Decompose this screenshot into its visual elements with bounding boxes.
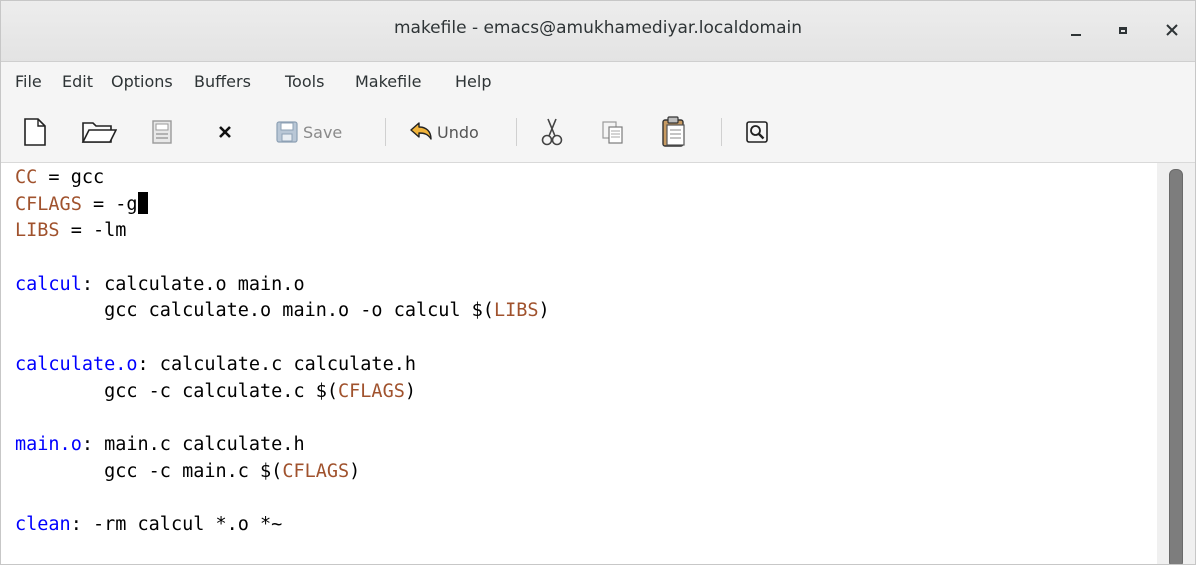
editor-buffer[interactable]: CC = gcc CFLAGS = -g LIBS = -lm calcul: ca… bbox=[1, 163, 1157, 564]
make-variable: LIBS bbox=[15, 220, 60, 242]
menu-edit[interactable]: Edit bbox=[62, 72, 93, 91]
make-variable: CC bbox=[15, 167, 38, 188]
close-icon bbox=[1166, 24, 1178, 36]
code-text: = -lm bbox=[59, 220, 127, 242]
make-variable: CFLAGS bbox=[338, 380, 405, 402]
close-buffer-button[interactable] bbox=[217, 116, 233, 148]
open-file-button[interactable] bbox=[81, 116, 117, 148]
menu-makefile[interactable]: Makefile bbox=[355, 72, 422, 91]
code-text: gcc calculate.o main.o -o calcul $( bbox=[15, 300, 494, 322]
save-button[interactable]: Save bbox=[275, 116, 342, 148]
new-file-button[interactable] bbox=[23, 116, 47, 148]
open-folder-icon bbox=[81, 122, 117, 143]
scissors-icon bbox=[541, 118, 563, 146]
toolbar-separator bbox=[516, 118, 517, 146]
vertical-scrollbar[interactable] bbox=[1157, 163, 1195, 564]
code-line: clean: -rm calcul *.o *~ bbox=[15, 512, 550, 539]
close-window-button[interactable] bbox=[1157, 15, 1187, 45]
copy-button[interactable] bbox=[601, 116, 625, 148]
make-variable: CFLAGS bbox=[282, 460, 350, 482]
cut-button[interactable] bbox=[541, 116, 563, 148]
window-title: makefile - emacs@amukhamediyar.localdoma… bbox=[393, 18, 803, 38]
menu-help[interactable]: Help bbox=[455, 72, 491, 91]
code-line: gcc calculate.o main.o -o calcul $(LIBS) bbox=[15, 298, 550, 325]
toolbar-separator bbox=[721, 118, 722, 146]
undo-arrow-icon bbox=[410, 122, 432, 140]
maximize-button[interactable] bbox=[1108, 15, 1138, 45]
maximize-icon bbox=[1119, 26, 1127, 34]
code-text: gcc -c main.c $( bbox=[15, 460, 283, 482]
make-variable: CFLAGS bbox=[15, 193, 82, 215]
tool-bar: Save Undo bbox=[1, 100, 1195, 163]
code-text: : -rm calcul *.o *~ bbox=[70, 513, 283, 535]
search-button[interactable] bbox=[745, 116, 769, 148]
code-text: = -g bbox=[81, 193, 138, 215]
code-line: main.o: main.c calculate.h bbox=[15, 432, 550, 459]
undo-label: Undo bbox=[437, 122, 479, 142]
emacs-window: makefile - emacs@amukhamediyar.localdoma… bbox=[0, 0, 1196, 565]
code-line: CC = gcc bbox=[15, 165, 550, 192]
make-target: calcul bbox=[15, 273, 82, 295]
floppy-icon bbox=[276, 121, 298, 143]
code-text: ) bbox=[404, 380, 416, 402]
new-file-icon bbox=[24, 118, 46, 146]
code-line: calcul: calculate.o main.o bbox=[15, 272, 550, 299]
scroll-thumb[interactable] bbox=[1169, 169, 1183, 564]
buffer-text[interactable]: CC = gcc CFLAGS = -g LIBS = -lm calcul: ca… bbox=[15, 165, 550, 539]
code-text: gcc -c calculate.c $( bbox=[15, 380, 339, 402]
search-icon bbox=[746, 121, 768, 143]
make-target: main.o bbox=[15, 433, 82, 455]
menu-bar: File Edit Options Buffers Tools Makefile… bbox=[1, 62, 1195, 100]
menu-file[interactable]: File bbox=[15, 72, 42, 91]
code-text: = gcc bbox=[37, 167, 105, 188]
minimize-button[interactable] bbox=[1061, 15, 1091, 45]
save-disk-icon bbox=[152, 120, 172, 144]
code-line: calculate.o: calculate.c calculate.h bbox=[15, 352, 550, 379]
make-variable: LIBS bbox=[493, 300, 539, 322]
code-line: gcc -c main.c $(CFLAGS) bbox=[15, 459, 550, 486]
copy-icon bbox=[602, 121, 623, 144]
code-text: ) bbox=[349, 460, 361, 482]
code-text: : main.c calculate.h bbox=[81, 433, 305, 455]
title-bar[interactable]: makefile - emacs@amukhamediyar.localdoma… bbox=[1, 1, 1195, 62]
save-label: Save bbox=[303, 122, 343, 142]
code-line: gcc -c calculate.c $(CFLAGS) bbox=[15, 379, 550, 406]
menu-options[interactable]: Options bbox=[111, 72, 173, 91]
text-cursor bbox=[137, 191, 148, 214]
make-target: calculate.o bbox=[15, 353, 138, 375]
menu-buffers[interactable]: Buffers bbox=[194, 72, 251, 91]
close-buffer-icon bbox=[219, 126, 231, 138]
make-target: clean bbox=[15, 513, 71, 535]
code-line: CFLAGS = -g bbox=[15, 191, 550, 219]
code-line: LIBS = -lm bbox=[15, 218, 550, 245]
save-disk-button[interactable] bbox=[151, 116, 173, 148]
undo-button[interactable]: Undo bbox=[409, 116, 479, 148]
paste-button[interactable] bbox=[661, 116, 687, 148]
toolbar-separator bbox=[385, 118, 386, 146]
menu-tools[interactable]: Tools bbox=[285, 72, 324, 91]
paste-icon bbox=[662, 116, 685, 147]
code-text: ) bbox=[538, 300, 550, 322]
minimize-icon bbox=[1071, 34, 1081, 36]
code-text: : calculate.c calculate.h bbox=[137, 353, 416, 375]
code-text: : calculate.o main.o bbox=[81, 273, 305, 295]
